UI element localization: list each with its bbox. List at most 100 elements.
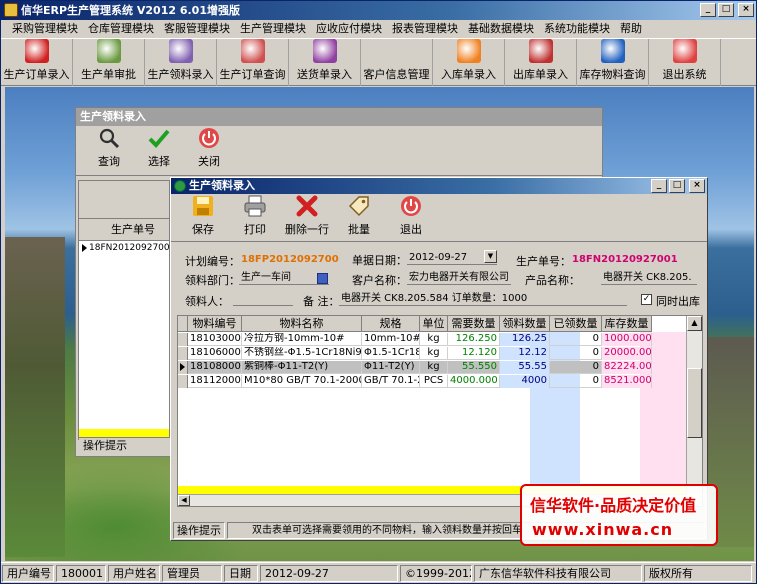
grid-cell[interactable]: 0 xyxy=(550,375,602,388)
plan-no-value[interactable]: 18FP20120927001 xyxy=(239,252,339,267)
toolbar-button-5[interactable]: 客户信息管理 xyxy=(361,39,433,86)
menu-help[interactable]: 帮助 xyxy=(615,20,647,38)
delete-row-button[interactable]: 删除一行 xyxy=(281,194,333,241)
front-minimize-button[interactable]: _ xyxy=(651,179,667,193)
customer-label: 客户名称： xyxy=(352,274,407,287)
scroll-thumb[interactable] xyxy=(687,368,702,438)
grid-header-cell[interactable]: 规格 xyxy=(362,316,420,332)
front-maximize-button[interactable]: □ xyxy=(669,179,685,193)
sync-outbound-checkbox[interactable]: ✓ xyxy=(641,294,652,305)
grid-cell[interactable]: 20000.000 xyxy=(602,347,652,360)
toolbar-button-1[interactable]: 生产单审批 xyxy=(73,39,145,86)
grid-cell[interactable]: 8521.000 xyxy=(602,375,652,388)
menu-warehouse[interactable]: 仓库管理模块 xyxy=(83,20,159,38)
grid-cell[interactable]: 4000 xyxy=(500,375,550,388)
close-window-button[interactable]: 关闭 xyxy=(184,126,234,173)
grid-cell[interactable]: 紫铜棒-Φ11-T2(Y) xyxy=(242,361,362,374)
toolbar-button-8[interactable]: 库存物料查询 xyxy=(577,39,649,86)
prod-no-value[interactable]: 18FN20120927001 xyxy=(570,252,680,267)
table-row[interactable]: 1810300001冷拉方钢-10mm-10#10mm-10#kg126.250… xyxy=(178,333,652,346)
grid-header-cell[interactable]: 领料数量 xyxy=(500,316,550,332)
query-button[interactable]: 查询 xyxy=(84,126,134,173)
grid-header-cell[interactable]: 单位 xyxy=(420,316,448,332)
grid-cell[interactable]: 12.120 xyxy=(448,347,500,360)
front-window-title: 生产领料录入 _ □ × xyxy=(171,178,707,194)
grid-header-cell[interactable]: 物料名称 xyxy=(242,316,362,332)
toolbar-button-7[interactable]: 出库单录入 xyxy=(505,39,577,86)
menu-service[interactable]: 客服管理模块 xyxy=(159,20,235,38)
menu-basedata[interactable]: 基础数据模块 xyxy=(463,20,539,38)
menu-production[interactable]: 生产管理模块 xyxy=(235,20,311,38)
customer-field[interactable]: 宏力电器开关有限公司 xyxy=(407,270,511,285)
window-controls: _ □ × xyxy=(700,3,754,17)
grid-cell[interactable]: M10*80 GB/T 70.1-2000 xyxy=(242,375,362,388)
table-row[interactable]: 1810800001紫铜棒-Φ11-T2(Y)Φ11-T2(Y)kg55.550… xyxy=(178,361,652,374)
grid-cell[interactable]: 0 xyxy=(550,333,602,346)
grid-cell[interactable]: 1811200001 xyxy=(188,375,242,388)
grid-header-cell[interactable]: 需要数量 xyxy=(448,316,500,332)
grid-cell[interactable]: kg xyxy=(420,361,448,374)
grid-header-cell[interactable]: 库存数量 xyxy=(602,316,652,332)
minimize-button[interactable]: _ xyxy=(700,3,716,17)
front-close-button[interactable]: × xyxy=(689,179,705,193)
grid-cell[interactable]: 55.550 xyxy=(448,361,500,374)
toolbar-button-0[interactable]: 生产订单录入 xyxy=(1,39,73,86)
save-button[interactable]: 保存 xyxy=(177,194,229,241)
toolbar-button-label: 生产订单查询 xyxy=(219,68,286,81)
toolbar-button-6[interactable]: 入库单录入 xyxy=(433,39,505,86)
grid-cell[interactable]: 82224.000 xyxy=(602,361,652,374)
toolbar-button-4[interactable]: 送货单录入 xyxy=(289,39,361,86)
menu-accounts[interactable]: 应收应付模块 xyxy=(311,20,387,38)
menu-purchase[interactable]: 采购管理模块 xyxy=(7,20,83,38)
grid-cell[interactable]: PCS xyxy=(420,375,448,388)
dept-field[interactable]: 生产一车间 xyxy=(239,270,329,285)
promo-url: www.xinwa.cn xyxy=(532,520,674,539)
print-button[interactable]: 打印 xyxy=(229,194,281,241)
maximize-button[interactable]: □ xyxy=(718,3,734,17)
exit-button[interactable]: 退出 xyxy=(385,194,437,241)
close-button[interactable]: × xyxy=(738,3,754,17)
select-button[interactable]: 选择 xyxy=(134,126,184,173)
grid-cell[interactable]: 0 xyxy=(550,361,602,374)
menu-reports[interactable]: 报表管理模块 xyxy=(387,20,463,38)
grid-cell[interactable]: 1810300001 xyxy=(188,333,242,346)
floppy-icon xyxy=(193,196,213,216)
grid-cell[interactable]: 1000.000 xyxy=(602,333,652,346)
grid-cell[interactable]: 10mm-10# xyxy=(362,333,420,346)
grid-cell[interactable]: kg xyxy=(420,347,448,360)
grid-header-cell[interactable]: 物料编号 xyxy=(188,316,242,332)
grid-cell[interactable]: kg xyxy=(420,333,448,346)
grid-cell[interactable]: 55.55 xyxy=(500,361,550,374)
order-list-row[interactable]: 18FN20120927001 xyxy=(79,241,175,255)
table-row[interactable]: 1810600001不锈钢丝-Φ1.5-1Cr18Ni9Φ1.5-1Cr18kg… xyxy=(178,347,652,360)
menu-system[interactable]: 系统功能模块 xyxy=(539,20,615,38)
grid-cell[interactable]: Φ11-T2(Y) xyxy=(362,361,420,374)
grid-cell[interactable]: 4000.000 xyxy=(448,375,500,388)
grid-cell[interactable]: 冷拉方钢-10mm-10# xyxy=(242,333,362,346)
main-toolbar: 生产订单录入 生产单审批 生产领料录入 生产订单查询 送货单录入 客户信息管理 入库单录入 出… xyxy=(1,38,756,86)
toolbar-button-2[interactable]: 生产领料录入 xyxy=(145,39,217,86)
toolbar-button-3[interactable]: 生产订单查询 xyxy=(217,39,289,86)
remark-field[interactable]: 电器开关 CK8.205.584 订单数量：1000 xyxy=(339,291,627,306)
receiver-field[interactable] xyxy=(233,291,293,306)
grid-cell[interactable]: 12.12 xyxy=(500,347,550,360)
grid-cell[interactable]: 0 xyxy=(550,347,602,360)
table-row[interactable]: 1811200001M10*80 GB/T 70.1-2000GB/T 70.1… xyxy=(178,375,652,388)
grid-cell[interactable]: 不锈钢丝-Φ1.5-1Cr18Ni9 xyxy=(242,347,362,360)
grid-header-cell[interactable]: 已领数量 xyxy=(550,316,602,332)
scroll-left-icon[interactable]: ◀ xyxy=(178,495,190,506)
dept-picker-icon[interactable] xyxy=(317,273,328,284)
grid-cell[interactable]: 126.25 xyxy=(500,333,550,346)
batch-button[interactable]: 批量 xyxy=(333,194,385,241)
grid-cell[interactable]: 1810600001 xyxy=(188,347,242,360)
product-field[interactable]: 电器开关 CK8.205. xyxy=(601,270,697,285)
grid-cell[interactable]: 1810800001 xyxy=(188,361,242,374)
grid-cell[interactable]: 126.250 xyxy=(448,333,500,346)
date-dropdown-icon[interactable]: ▼ xyxy=(484,250,497,263)
grid-vertical-scrollbar[interactable]: ▲ xyxy=(686,316,702,494)
grid-cell[interactable]: Φ1.5-1Cr18 xyxy=(362,347,420,360)
grid-cell[interactable]: GB/T 70.1-20 xyxy=(362,375,420,388)
flask-icon xyxy=(240,39,265,63)
toolbar-button-9[interactable]: 退出系统 xyxy=(649,39,721,86)
scroll-up-icon[interactable]: ▲ xyxy=(687,316,702,331)
